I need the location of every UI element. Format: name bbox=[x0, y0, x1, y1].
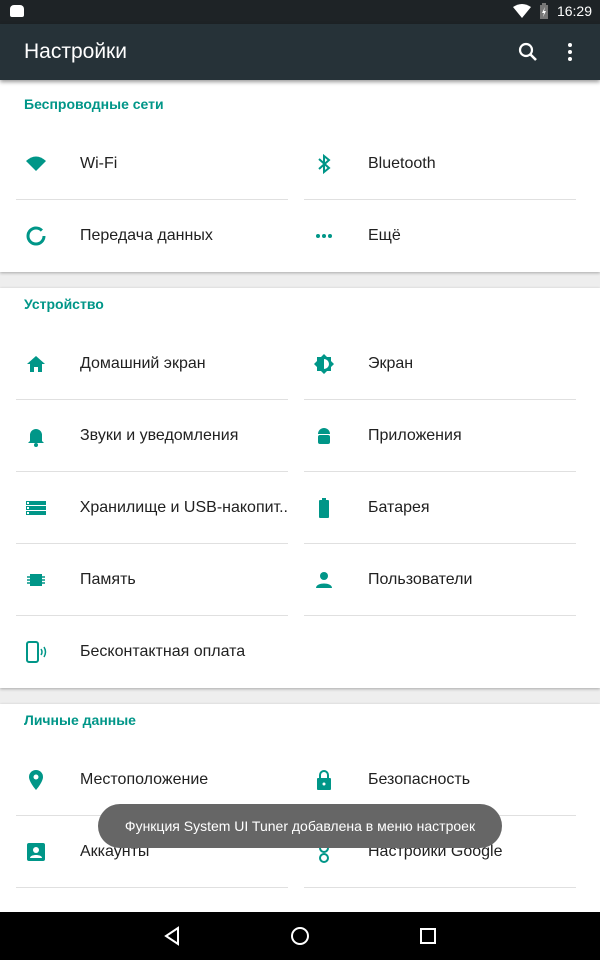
settings-item-label: Звуки и уведомления bbox=[80, 426, 239, 444]
search-icon[interactable] bbox=[516, 40, 540, 64]
settings-item-label: Домашний экран bbox=[80, 354, 206, 372]
brightness-icon bbox=[304, 352, 344, 376]
status-bar: 16:29 bbox=[0, 0, 600, 24]
home-icon bbox=[16, 352, 56, 376]
section-header: Устройство bbox=[24, 296, 104, 312]
bluetooth-icon bbox=[304, 152, 344, 176]
section-header: Личные данные bbox=[24, 712, 136, 728]
clock: 16:29 bbox=[556, 3, 592, 19]
back-icon[interactable] bbox=[160, 924, 184, 953]
section-header: Беспроводные сети bbox=[24, 96, 164, 112]
section-card: Беспроводные сети Wi-Fi Bluetooth Передача … bbox=[0, 80, 600, 272]
data-usage-icon bbox=[16, 224, 56, 248]
settings-item-label: Передача данных bbox=[80, 227, 213, 244]
bell-icon bbox=[16, 424, 56, 448]
toast-message: Функция System UI Tuner добавлена в меню… bbox=[98, 804, 502, 848]
settings-item-label: Ещё bbox=[368, 227, 401, 244]
home-circle-icon[interactable] bbox=[288, 924, 312, 953]
page-title: Настройки bbox=[24, 40, 127, 63]
battery-icon bbox=[304, 496, 344, 520]
location-icon bbox=[16, 768, 56, 792]
nfc-phone-icon bbox=[16, 640, 56, 664]
settings-item-label: Экран bbox=[368, 354, 414, 372]
navigation-bar bbox=[0, 912, 600, 960]
settings-item-android[interactable]: Приложения bbox=[304, 400, 576, 472]
settings-item-bluetooth[interactable]: Bluetooth bbox=[304, 128, 576, 200]
memory-icon bbox=[16, 568, 56, 592]
lock-icon bbox=[304, 768, 344, 792]
android-icon bbox=[10, 5, 24, 17]
settings-item-home[interactable]: Домашний экран bbox=[16, 328, 288, 400]
wifi-icon bbox=[512, 4, 531, 18]
settings-item-more-horiz[interactable]: Ещё bbox=[304, 200, 576, 272]
settings-item-label: Память bbox=[80, 570, 136, 588]
settings-item-person[interactable]: Пользователи bbox=[304, 544, 576, 616]
settings-item-label: Wi-Fi bbox=[80, 154, 118, 172]
settings-item-label: Местоположение bbox=[80, 770, 209, 788]
android-icon bbox=[304, 424, 344, 448]
settings-item-battery[interactable]: Батарея bbox=[304, 472, 576, 544]
account-box-icon bbox=[16, 840, 56, 864]
more-horiz-icon bbox=[304, 224, 344, 248]
more-vert-icon[interactable] bbox=[560, 40, 580, 64]
settings-item-wifi[interactable]: Wi-Fi bbox=[16, 128, 288, 200]
settings-item-label: Батарея bbox=[368, 498, 430, 516]
settings-item-brightness[interactable]: Экран bbox=[304, 328, 576, 400]
section-card: Устройство Домашний экран Экран Звуки и уве… bbox=[0, 288, 600, 688]
toolbar: Настройки bbox=[0, 24, 600, 80]
recents-icon[interactable] bbox=[416, 924, 440, 953]
settings-item-bell[interactable]: Звуки и уведомления bbox=[16, 400, 288, 472]
storage-icon bbox=[16, 496, 56, 520]
settings-item-storage[interactable]: Хранилище и USB-накопит.. bbox=[16, 472, 288, 544]
settings-item-data-usage[interactable]: Передача данных bbox=[16, 200, 288, 272]
person-icon bbox=[304, 568, 344, 592]
settings-item-label: Пользователи bbox=[368, 570, 473, 588]
wifi-icon bbox=[16, 152, 56, 176]
settings-item-label: Безопасность bbox=[368, 770, 471, 788]
settings-item-label: Бесконтактная оплата bbox=[80, 643, 246, 660]
battery-charging-icon bbox=[539, 3, 548, 19]
settings-item-label: Хранилище и USB-накопит.. bbox=[79, 498, 288, 516]
settings-item-label: Bluetooth bbox=[368, 154, 436, 172]
settings-item-memory[interactable]: Память bbox=[16, 544, 288, 616]
settings-item-nfc-phone[interactable]: Бесконтактная оплата bbox=[16, 616, 288, 688]
settings-item-label: Приложения bbox=[368, 426, 462, 444]
